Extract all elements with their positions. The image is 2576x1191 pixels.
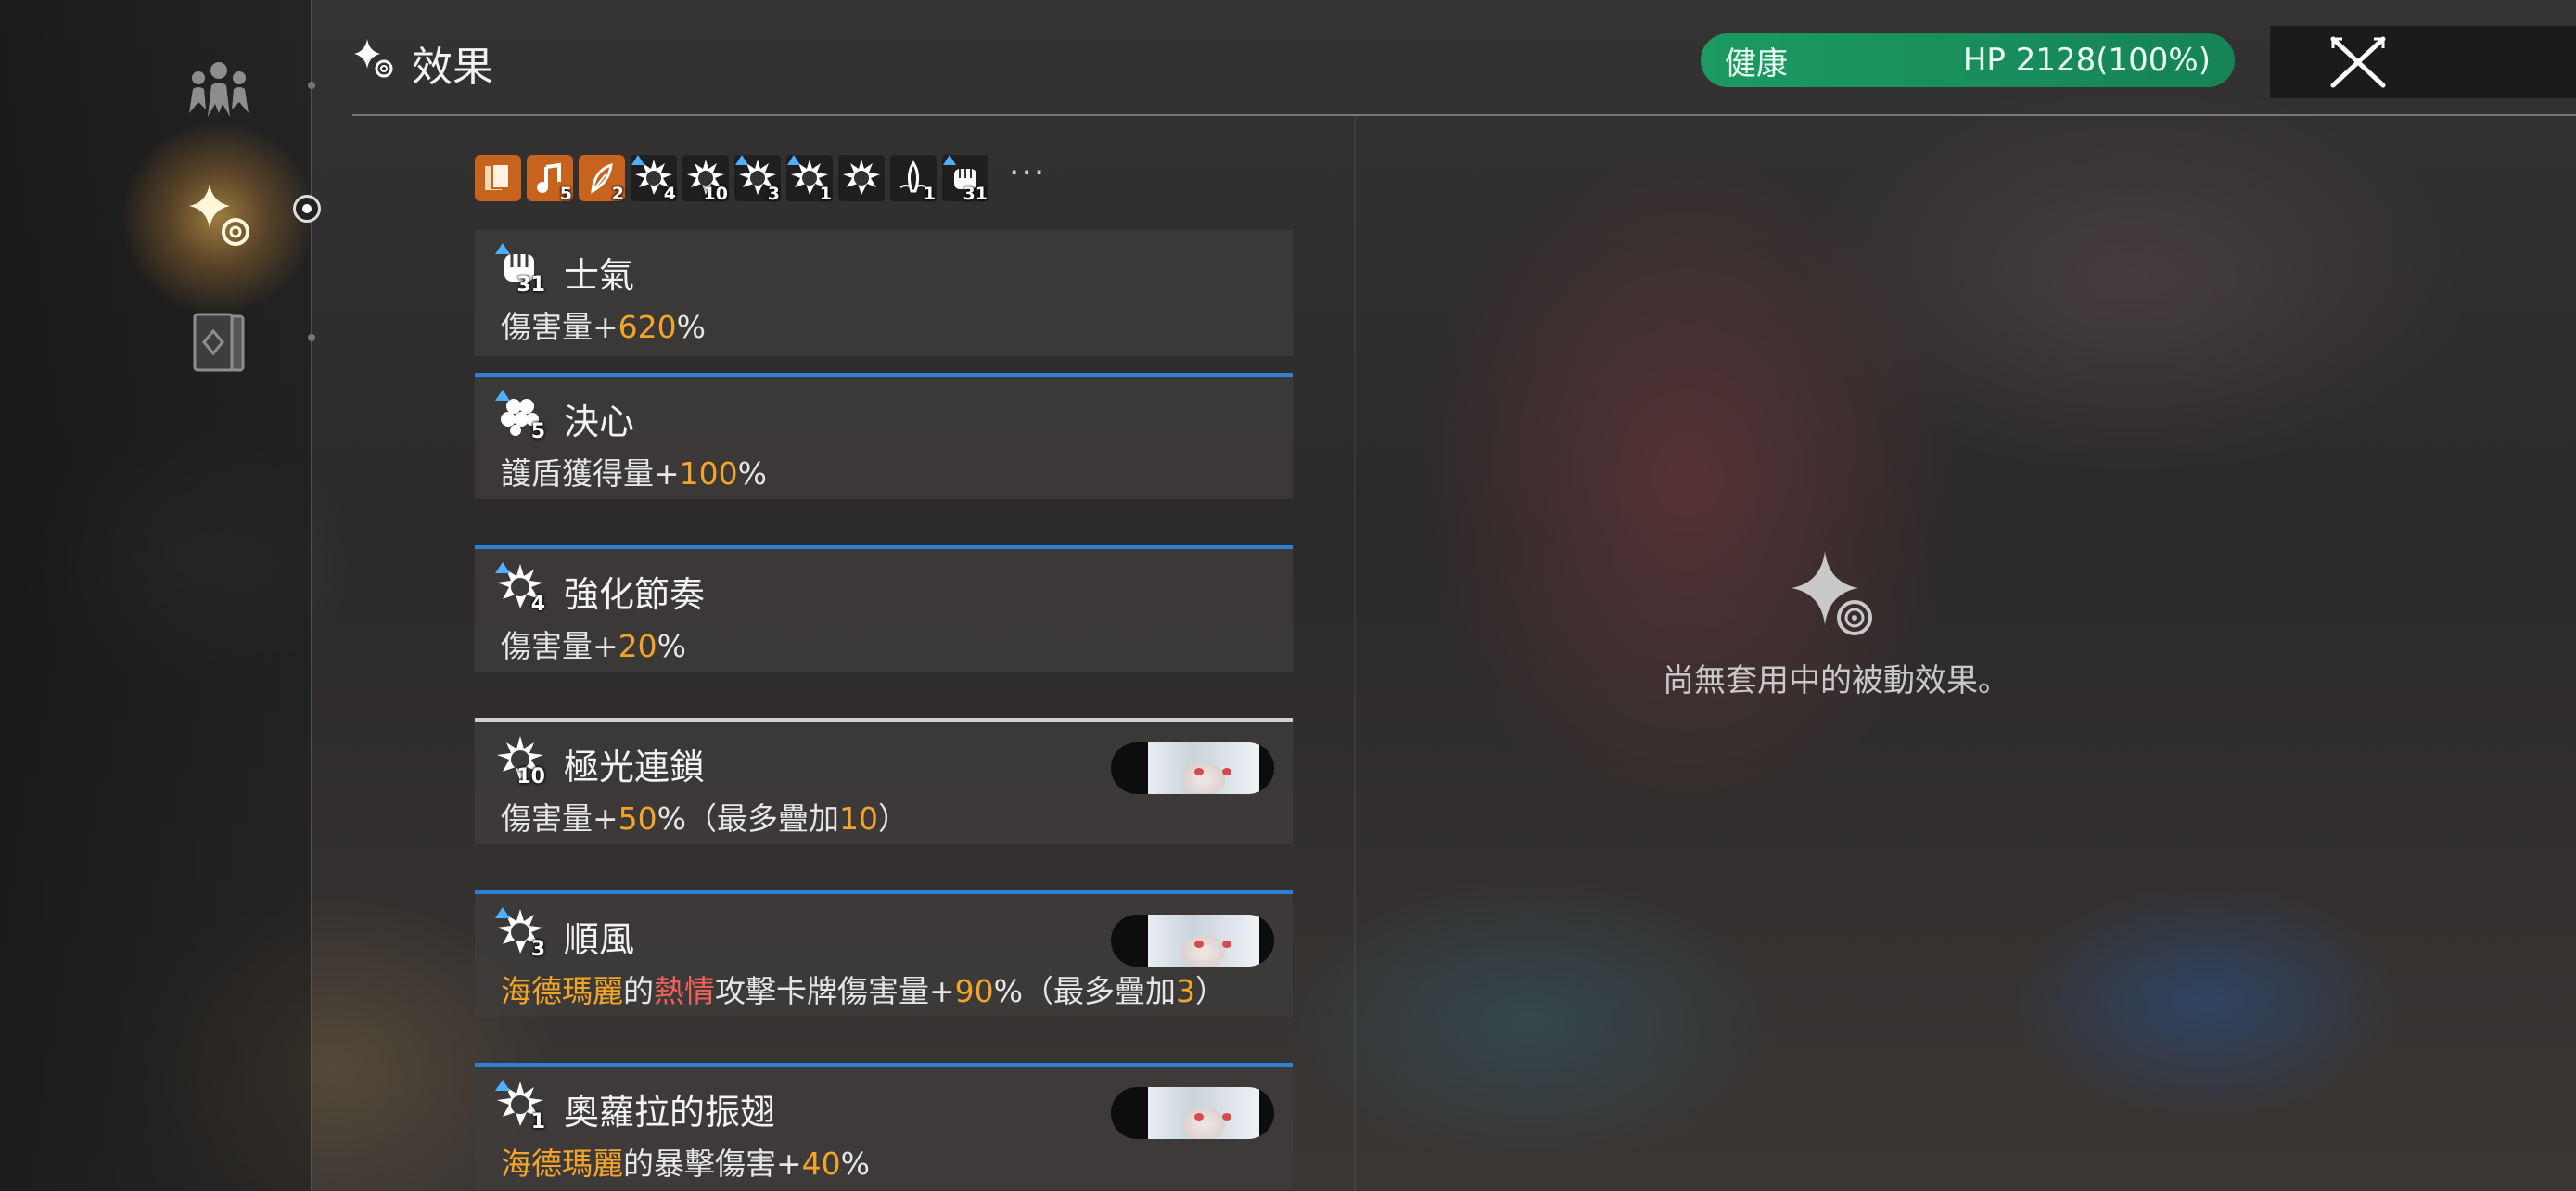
effect-stack-count: 5 <box>530 420 545 443</box>
effect-card[interactable]: 1 奧蘿拉的振翅 海德瑪麗的暴擊傷害+40% <box>475 1063 1293 1189</box>
effect-card[interactable]: 3 順風 海德瑪麗的熱情攻擊卡牌傷害量+90%（最多疊加3） <box>475 890 1293 1017</box>
fist-burst-icon: 1 <box>495 1080 545 1133</box>
sparkle-icon <box>352 37 395 90</box>
buff-count: 10 <box>703 184 728 204</box>
cards-icon[interactable] <box>475 155 521 201</box>
buff-count: 2 <box>611 184 624 204</box>
panel-divider <box>1354 117 1356 1191</box>
feather-icon[interactable]: 2 <box>579 155 625 204</box>
effect-name: 決心 <box>564 402 635 442</box>
header-divider <box>352 114 2576 116</box>
rail-divider <box>311 0 312 1191</box>
page-title: 效果 <box>352 35 493 91</box>
fist-burst-icon: 10 <box>495 735 545 788</box>
fist-burst-icon[interactable] <box>838 155 885 201</box>
card-deck-icon[interactable] <box>182 306 256 380</box>
character-portrait <box>1111 742 1274 794</box>
hp-status-bar: 健康 HP 2128(100%) <box>1701 33 2235 87</box>
page-title-text: 效果 <box>412 44 493 91</box>
music-note-icon[interactable]: 5 <box>527 155 573 204</box>
effect-name: 順風 <box>564 919 635 960</box>
fist-burst-icon: 3 <box>495 907 545 961</box>
effect-name: 強化節奏 <box>564 574 706 615</box>
effect-card[interactable]: 5 決心 護盾獲得量+100% <box>475 373 1293 499</box>
effect-name: 士氣 <box>564 255 635 296</box>
shield-cluster-icon: 5 <box>495 390 545 443</box>
hp-status-label: 健康 <box>1725 45 1788 83</box>
effect-card[interactable]: 31 士氣 傷害量+620% <box>475 230 1293 356</box>
effects-sparkle-icon[interactable] <box>182 176 260 254</box>
rail-dot <box>308 334 315 341</box>
effect-description: 傷害量+620% <box>501 309 707 345</box>
buff-count: 4 <box>663 184 676 204</box>
effect-stack-count: 4 <box>530 593 545 616</box>
effect-card[interactable]: 10 極光連鎖 傷害量+50%（最多疊加10） <box>475 718 1293 844</box>
character-portrait <box>1111 1087 1274 1139</box>
buff-count: 31 <box>963 184 988 204</box>
rail-dot <box>308 82 315 89</box>
effect-card[interactable]: 4 強化節奏 傷害量+20% <box>475 545 1293 672</box>
effect-description: 護盾獲得量+100% <box>501 455 768 492</box>
effect-stack-count: 1 <box>530 1110 545 1133</box>
effect-description: 傷害量+20% <box>501 628 687 664</box>
effect-stack-count: 3 <box>530 938 545 961</box>
buff-count: 3 <box>767 184 780 204</box>
fist-icon: 31 <box>495 243 545 297</box>
buff-count: 1 <box>819 184 832 204</box>
fist-icon[interactable]: 31 <box>942 155 988 204</box>
hp-value: HP 2128(100%) <box>1962 42 2211 79</box>
fist-burst-icon: 4 <box>495 562 545 616</box>
effect-stack-count: 10 <box>516 765 545 788</box>
effect-description: 傷害量+50%（最多疊加10） <box>501 800 910 837</box>
close-icon <box>2330 36 2386 88</box>
sparkle-icon <box>1780 547 1892 649</box>
effect-description: 海德瑪麗的暴擊傷害+40% <box>501 1146 871 1182</box>
fist-burst-icon[interactable]: 3 <box>734 155 781 204</box>
fist-burst-icon[interactable]: 4 <box>631 155 677 204</box>
fist-burst-icon[interactable]: 1 <box>786 155 833 204</box>
buff-count: 5 <box>559 184 572 204</box>
close-area <box>2270 26 2576 98</box>
effect-name: 奧蘿拉的振翅 <box>564 1092 776 1133</box>
wing-icon[interactable]: 1 <box>890 155 937 204</box>
fist-burst-icon[interactable]: 10 <box>682 155 729 204</box>
party-icon[interactable] <box>182 52 256 126</box>
buff-count: 1 <box>923 184 936 204</box>
effect-description: 海德瑪麗的熱情攻擊卡牌傷害量+90%（最多疊加3） <box>501 973 1227 1009</box>
empty-passive-message: 尚無套用中的被動效果。 <box>1663 662 2009 699</box>
effect-stack-count: 31 <box>516 274 545 297</box>
active-buff-strip: 5 2 4 10 3 1 1 31 ··· <box>475 152 1046 204</box>
close-button[interactable] <box>2322 28 2394 96</box>
active-tab-indicator <box>293 195 321 223</box>
character-portrait <box>1111 915 1274 967</box>
more-buffs-ellipsis[interactable]: ··· <box>1009 155 1046 192</box>
effect-name: 極光連鎖 <box>564 747 706 788</box>
